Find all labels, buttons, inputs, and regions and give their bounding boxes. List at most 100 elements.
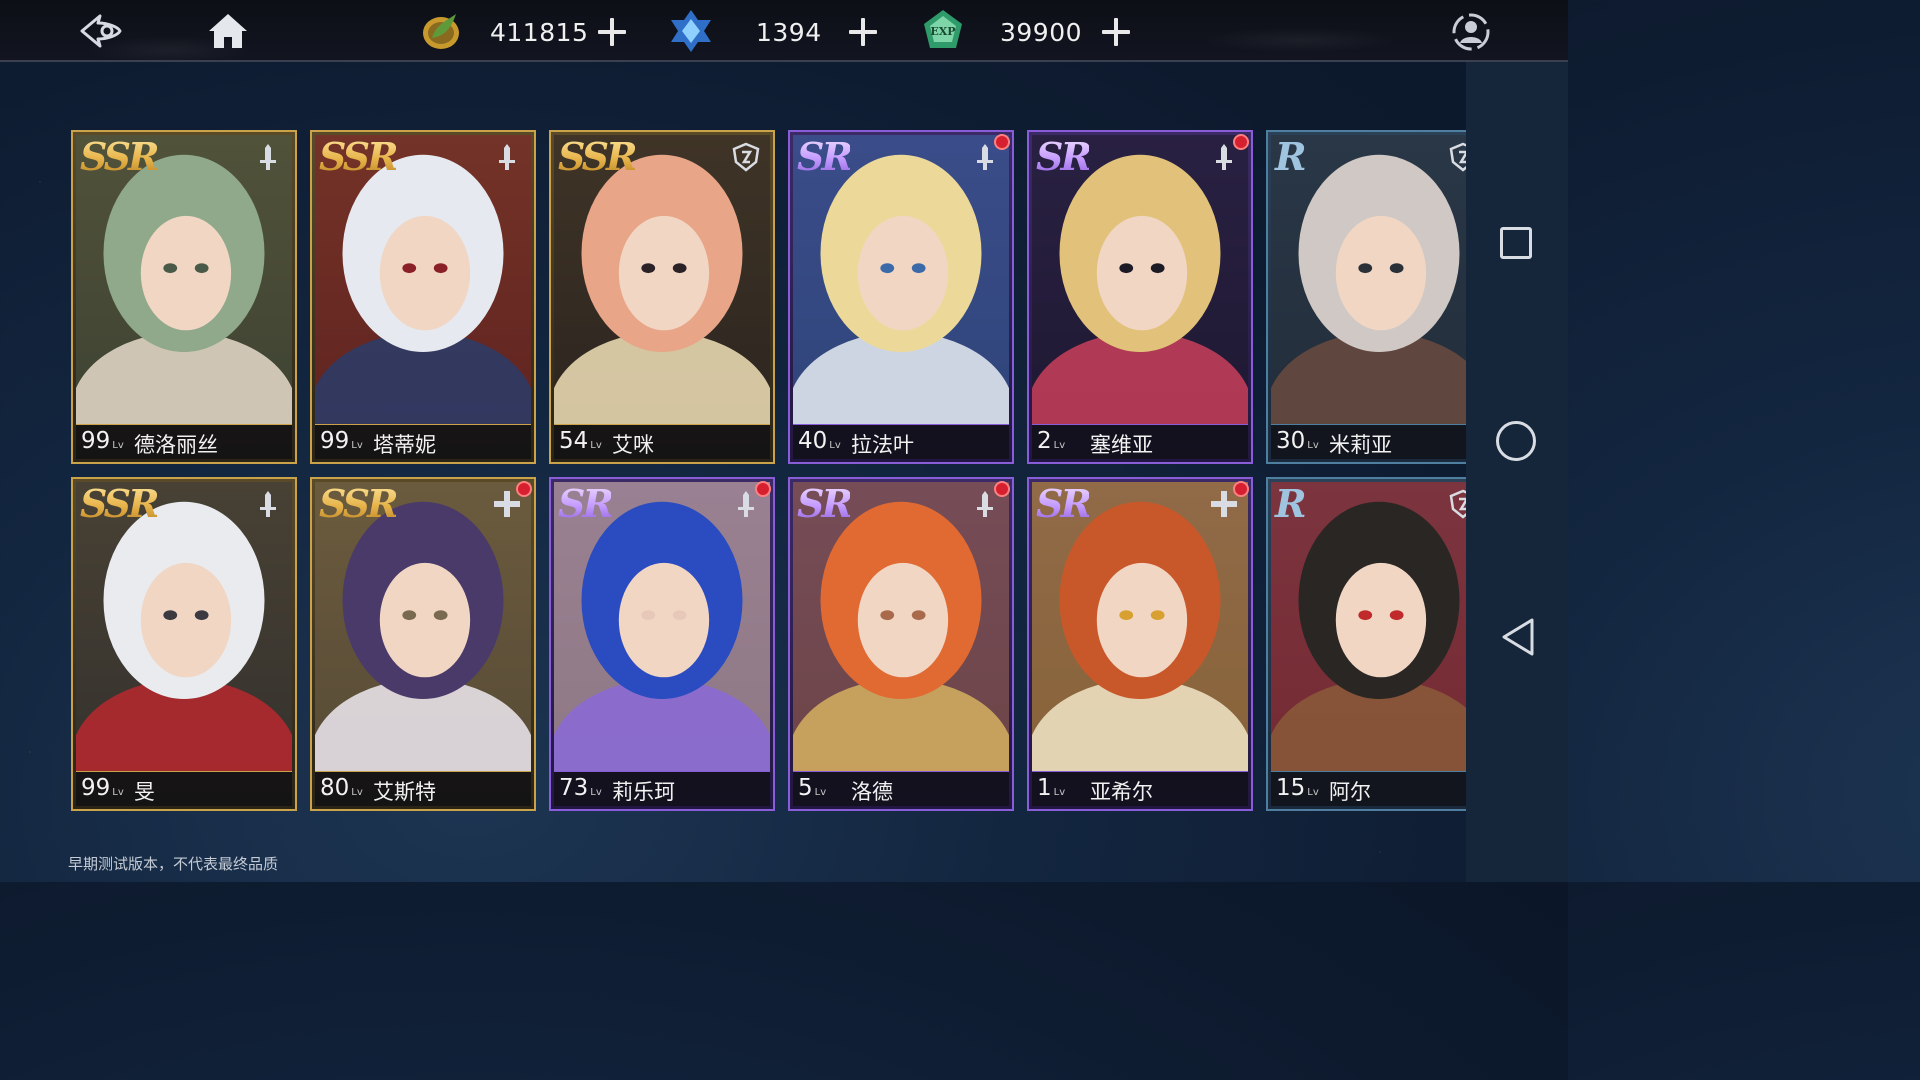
character-name: 亚希尔	[1090, 780, 1153, 804]
character-name: 艾咪	[612, 433, 654, 457]
level-tag: Lv	[1053, 440, 1066, 451]
svg-text:EXP: EXP	[930, 25, 955, 38]
level-number: 73	[559, 775, 589, 801]
character-card[interactable]: SR 5 Lv 洛德	[788, 477, 1014, 811]
level-tag: Lv	[1053, 787, 1066, 798]
character-card[interactable]: SR 40 Lv 拉法叶	[788, 130, 1014, 464]
add-exp-button[interactable]	[1102, 18, 1130, 46]
card-info-bar: 99 Lv 塔蒂妮	[315, 424, 531, 459]
exp-gem-icon: EXP	[920, 8, 966, 54]
character-card[interactable]: SSR 99 Lv 德洛丽丝	[71, 130, 297, 464]
card-info-bar: 5 Lv 洛德	[793, 771, 1009, 806]
level-number: 1	[1037, 775, 1052, 801]
character-card[interactable]: SSR 99 Lv 旻	[71, 477, 297, 811]
character-name: 洛德	[851, 780, 893, 804]
level-tag: Lv	[1307, 440, 1319, 451]
notification-dot	[1233, 134, 1249, 150]
level-tag: Lv	[814, 787, 827, 798]
rarity-badge: SR	[797, 134, 853, 179]
character-card[interactable]: SSR 99 Lv 塔蒂妮	[310, 130, 536, 464]
rarity-badge: SR	[558, 481, 614, 526]
notification-dot	[516, 481, 532, 497]
level-number: 15	[1276, 775, 1306, 801]
sword-icon	[253, 489, 283, 519]
back-triangle-icon[interactable]	[1498, 616, 1538, 658]
rarity-badge: SSR	[80, 134, 160, 179]
rarity-badge: SR	[1036, 134, 1092, 179]
rarity-badge: SSR	[319, 134, 399, 179]
card-info-bar: 2 Lv 塞维亚	[1032, 424, 1248, 459]
level-number: 99	[81, 775, 111, 801]
notification-dot	[755, 481, 771, 497]
add-crystal-button[interactable]	[849, 18, 877, 46]
character-card[interactable]: SR 73 Lv 莉乐珂	[549, 477, 775, 811]
level-tag: Lv	[829, 440, 841, 451]
character-card[interactable]: SR 1 Lv 亚希尔	[1027, 477, 1253, 811]
character-level: 2 Lv	[1037, 428, 1065, 454]
rarity-badge: SR	[797, 481, 853, 526]
level-number: 99	[320, 428, 350, 454]
rarity-badge: SSR	[558, 134, 638, 179]
character-name: 拉法叶	[851, 433, 914, 457]
character-level: 80 Lv	[320, 775, 363, 801]
rarity-badge: R	[1275, 481, 1307, 526]
rarity-badge: SR	[1036, 481, 1092, 526]
card-info-bar: 99 Lv 旻	[76, 771, 292, 806]
level-number: 40	[798, 428, 828, 454]
notification-dot	[994, 134, 1010, 150]
recent-apps-square-icon[interactable]	[1500, 227, 1532, 259]
add-gold-button[interactable]	[598, 18, 626, 46]
character-card[interactable]: R 15 Lv 阿尔	[1266, 477, 1491, 811]
home-circle-icon[interactable]	[1496, 421, 1536, 461]
level-number: 30	[1276, 428, 1306, 454]
character-level: 99 Lv	[320, 428, 363, 454]
gold-coin-icon	[418, 8, 464, 54]
test-version-notice: 早期测试版本，不代表最终品质	[68, 855, 279, 873]
character-card-grid: SSR 99 Lv 德洛丽丝 SSR 99 Lv 塔蒂妮 SSR 54 Lv 艾咪 SR 40 Lv 拉法叶 S…	[71, 130, 1491, 814]
level-tag: Lv	[351, 787, 363, 798]
character-card[interactable]: SR 2 Lv 塞维亚	[1027, 130, 1253, 464]
profile-icon[interactable]	[1451, 12, 1491, 52]
character-card[interactable]: R 30 Lv 米莉亚	[1266, 130, 1491, 464]
level-tag: Lv	[112, 787, 124, 798]
card-info-bar: 1 Lv 亚希尔	[1032, 771, 1248, 806]
character-level: 73 Lv	[559, 775, 602, 801]
notification-dot	[1233, 481, 1249, 497]
level-tag: Lv	[112, 440, 124, 451]
character-name: 塞维亚	[1090, 433, 1153, 457]
character-level: 99 Lv	[81, 775, 124, 801]
crystal-value: 1394	[756, 18, 822, 47]
character-card[interactable]: SSR 80 Lv 艾斯特	[310, 477, 536, 811]
card-info-bar: 73 Lv 莉乐珂	[554, 771, 770, 806]
card-info-bar: 30 Lv 米莉亚	[1271, 424, 1487, 459]
shield-icon	[731, 142, 761, 172]
character-level: 99 Lv	[81, 428, 124, 454]
exp-value: 39900	[1000, 18, 1083, 47]
character-level: 30 Lv	[1276, 428, 1319, 454]
notification-dot	[994, 481, 1010, 497]
rarity-badge: R	[1275, 134, 1307, 179]
level-number: 80	[320, 775, 350, 801]
card-info-bar: 54 Lv 艾咪	[554, 424, 770, 459]
rarity-badge: SSR	[80, 481, 160, 526]
character-name: 塔蒂妮	[373, 433, 436, 457]
character-name: 莉乐珂	[612, 780, 675, 804]
level-tag: Lv	[1307, 787, 1319, 798]
home-icon[interactable]	[205, 10, 251, 52]
card-info-bar: 80 Lv 艾斯特	[315, 771, 531, 806]
character-card[interactable]: SSR 54 Lv 艾咪	[549, 130, 775, 464]
character-level: 15 Lv	[1276, 775, 1319, 801]
blue-crystal-icon	[668, 8, 714, 54]
level-number: 5	[798, 775, 813, 801]
gold-value: 411815	[490, 18, 589, 47]
rarity-badge: SSR	[319, 481, 399, 526]
level-number: 99	[81, 428, 111, 454]
character-level: 54 Lv	[559, 428, 602, 454]
character-level: 40 Lv	[798, 428, 841, 454]
character-level: 1 Lv	[1037, 775, 1065, 801]
sword-icon	[253, 142, 283, 172]
system-navigation-bar	[1466, 62, 1568, 882]
level-tag: Lv	[351, 440, 363, 451]
back-eye-arrow-icon[interactable]	[78, 10, 124, 52]
level-tag: Lv	[590, 787, 602, 798]
